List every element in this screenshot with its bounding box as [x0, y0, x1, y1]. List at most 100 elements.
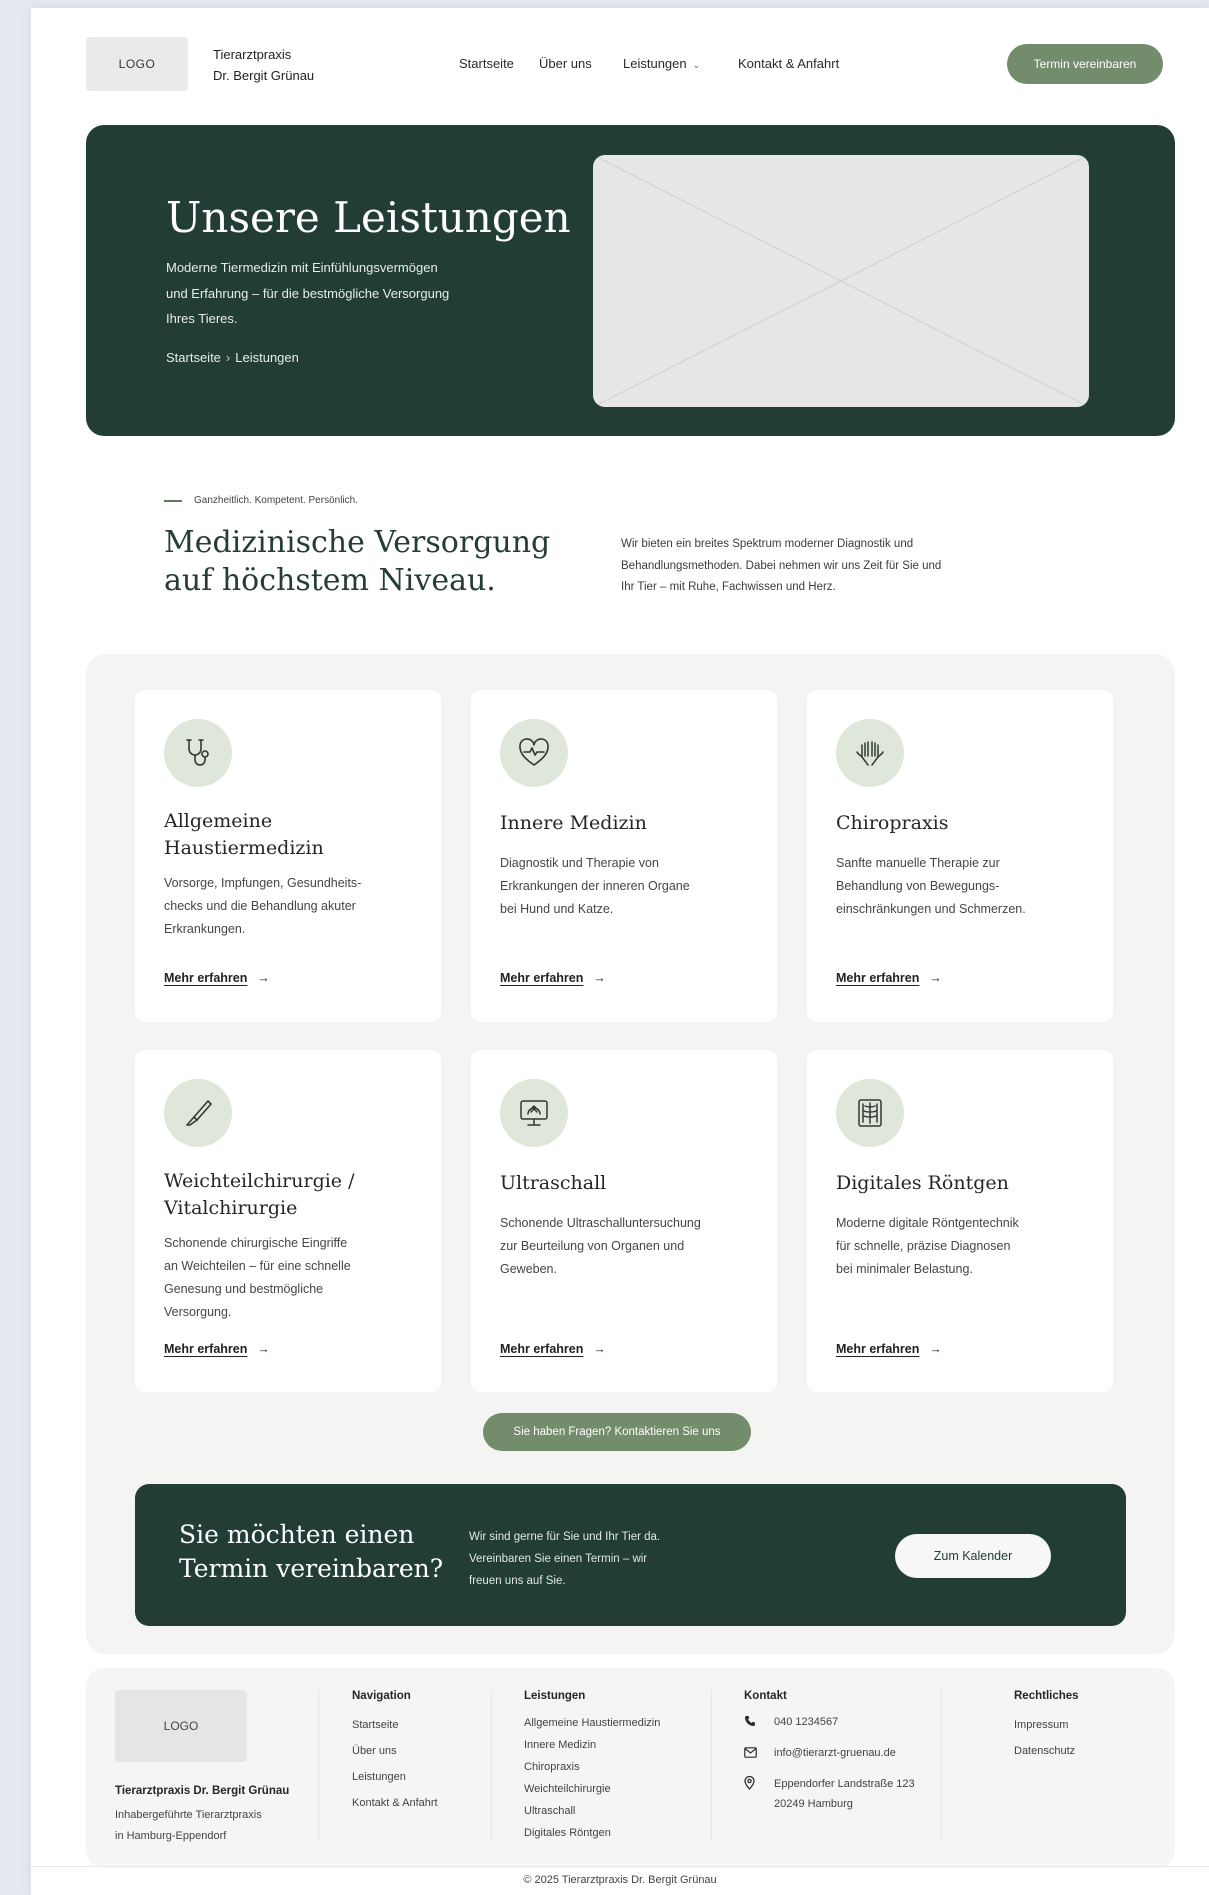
- mehr-erfahren-link[interactable]: Mehr erfahren →: [164, 1342, 270, 1356]
- mail-icon: [744, 1743, 760, 1765]
- footer-link-service[interactable]: Digitales Röntgen: [524, 1822, 660, 1844]
- header-logo[interactable]: LOGO: [86, 37, 188, 91]
- mehr-erfahren-label: Mehr erfahren: [500, 1342, 584, 1356]
- service-desc-line: Versorgung.: [164, 1305, 232, 1319]
- hero-subtitle-line: Moderne Tiermedizin mit Einfühlungsvermö…: [166, 260, 438, 275]
- breadcrumb-current: Leistungen: [235, 350, 299, 365]
- mehr-erfahren-link[interactable]: Mehr erfahren →: [836, 1342, 942, 1356]
- service-title: Weichteilchirurgie / Vitalchirurgie: [164, 1168, 424, 1222]
- service-card-allgemeine-haustiermedizin[interactable]: Allgemeine Haustiermedizin Vorsorge, Imp…: [135, 690, 441, 1022]
- intro-title-line: auf höchstem Niveau.: [164, 563, 496, 598]
- service-desc-line: bei minimaler Belastung.: [836, 1262, 973, 1276]
- breadcrumb: Startseite › Leistungen: [166, 350, 299, 365]
- service-title-line: Weichteilchirurgie /: [164, 1170, 355, 1192]
- page-title: Unsere Leistungen: [166, 193, 571, 242]
- footer-heading: Leistungen: [524, 1690, 586, 1702]
- service-card-weichteilchirurgie[interactable]: Weichteilchirurgie / Vitalchirurgie Scho…: [135, 1050, 441, 1392]
- footer-address-line: Eppendorfer Landstraße 123: [774, 1778, 915, 1790]
- arrow-right-icon: →: [929, 971, 942, 985]
- service-card-chiropraxis[interactable]: Chiropraxis Sanfte manuelle Therapie zur…: [807, 690, 1113, 1022]
- stethoscope-icon: [164, 719, 232, 787]
- mehr-erfahren-link[interactable]: Mehr erfahren →: [164, 971, 270, 985]
- footer-heading: Rechtliches: [1014, 1690, 1079, 1702]
- hands-icon: [836, 719, 904, 787]
- arrow-right-icon: →: [257, 971, 270, 985]
- footer-services: Leistungen Allgemeine Haustiermedizin In…: [524, 1690, 660, 1844]
- footer-link-ueber-uns[interactable]: Über uns: [352, 1738, 438, 1764]
- service-desc-line: Vorsorge, Impfungen, Gesundheits-: [164, 876, 362, 890]
- footer-link-service[interactable]: Allgemeine Haustiermedizin: [524, 1712, 660, 1734]
- footer-link-service[interactable]: Ultraschall: [524, 1800, 660, 1822]
- brand-name[interactable]: Tierarztpraxis Dr. Bergit Grünau: [213, 44, 314, 86]
- intro-eyebrow: Ganzheitlich. Kompetent. Persönlich.: [164, 495, 358, 506]
- service-card-digitales-roentgen[interactable]: Digitales Röntgen Moderne digitale Röntg…: [807, 1050, 1113, 1392]
- termin-vereinbaren-button[interactable]: Termin vereinbaren: [1007, 44, 1163, 84]
- service-desc-line: Schonende chirurgische Eingriffe: [164, 1236, 348, 1250]
- footer-link-datenschutz[interactable]: Datenschutz: [1014, 1738, 1079, 1764]
- footer-divider: [318, 1690, 319, 1840]
- arrow-right-icon: →: [257, 1342, 270, 1356]
- arrow-right-icon: →: [593, 1342, 606, 1356]
- service-desc-line: Diagnostik und Therapie von: [500, 856, 659, 870]
- intro-text-line: Behandlungsmethoden. Dabei nehmen wir un…: [621, 559, 942, 572]
- nav-startseite[interactable]: Startseite: [459, 56, 514, 71]
- mehr-erfahren-link[interactable]: Mehr erfahren →: [836, 971, 942, 985]
- mehr-erfahren-link[interactable]: Mehr erfahren →: [500, 1342, 606, 1356]
- footer-email[interactable]: info@tierarzt-gruenau.de: [744, 1743, 915, 1765]
- location-pin-icon: [744, 1774, 760, 1797]
- service-card-innere-medizin[interactable]: Innere Medizin Diagnostik und Therapie v…: [471, 690, 777, 1022]
- footer-divider: [491, 1690, 492, 1840]
- service-description: Moderne digitale Röntgentechnik für schn…: [836, 1212, 1076, 1281]
- footer-legal: Rechtliches Impressum Datenschutz: [1014, 1690, 1079, 1764]
- footer-heading: Navigation: [352, 1690, 411, 1702]
- footer-bottom-rule: [31, 1866, 1209, 1867]
- breadcrumb-startseite[interactable]: Startseite: [166, 350, 221, 365]
- brand-line-1: Tierarztpraxis: [213, 47, 292, 62]
- footer-tagline-line: in Hamburg-Eppendorf: [115, 1830, 227, 1842]
- intro-title: Medizinische Versorgung auf höchstem Niv…: [164, 524, 550, 600]
- service-title-line: Ultraschall: [500, 1172, 607, 1194]
- site-header: LOGO Tierarztpraxis Dr. Bergit Grünau St…: [31, 8, 1209, 118]
- footer-heading: Kontakt: [744, 1690, 787, 1702]
- nav-kontakt-anfahrt[interactable]: Kontakt & Anfahrt: [738, 56, 839, 71]
- heart-pulse-icon: [500, 719, 568, 787]
- footer-logo[interactable]: LOGO: [115, 1690, 247, 1762]
- footer-link-service[interactable]: Chiropraxis: [524, 1756, 660, 1778]
- arrow-right-icon: →: [929, 1342, 942, 1356]
- footer-email-text: info@tierarzt-gruenau.de: [774, 1747, 896, 1759]
- footer-phone[interactable]: 040 1234567: [744, 1712, 915, 1734]
- service-description: Vorsorge, Impfungen, Gesundheits- checks…: [164, 872, 404, 941]
- service-desc-line: an Weichteilen – für eine schnelle: [164, 1259, 351, 1273]
- service-title-line: Allgemeine: [164, 810, 273, 832]
- phone-icon: [744, 1712, 760, 1734]
- service-card-ultraschall[interactable]: Ultraschall Schonende Ultraschalluntersu…: [471, 1050, 777, 1392]
- service-desc-line: für schnelle, präzise Diagnosen: [836, 1239, 1011, 1253]
- footer-tagline: Inhabergeführte Tierarztpraxis in Hambur…: [115, 1805, 305, 1847]
- service-desc-line: Behandlung von Bewegungs-: [836, 879, 1000, 893]
- mehr-erfahren-label: Mehr erfahren: [164, 971, 248, 985]
- banner-text: Wir sind gerne für Sie und Ihr Tier da. …: [469, 1526, 689, 1592]
- contact-us-button[interactable]: Sie haben Fragen? Kontaktieren Sie uns: [483, 1413, 751, 1451]
- footer-link-service[interactable]: Innere Medizin: [524, 1734, 660, 1756]
- footer-link-service[interactable]: Weichteilchirurgie: [524, 1778, 660, 1800]
- hero-subtitle-line: und Erfahrung – für die bestmögliche Ver…: [166, 285, 450, 301]
- footer-divider: [941, 1690, 942, 1840]
- service-title: Chiropraxis: [836, 810, 1096, 837]
- service-desc-line: checks und die Behandlung akuter: [164, 899, 356, 913]
- service-description: Diagnostik und Therapie von Erkrankungen…: [500, 852, 740, 921]
- footer-link-leistungen[interactable]: Leistungen: [352, 1764, 438, 1790]
- footer-link-kontakt[interactable]: Kontakt & Anfahrt: [352, 1790, 438, 1816]
- hero-subtitle-line: Ihres Tieres.: [166, 311, 238, 326]
- zum-kalender-button[interactable]: Zum Kalender: [895, 1534, 1051, 1578]
- footer-legal-list: Impressum Datenschutz: [1014, 1712, 1079, 1764]
- nav-leistungen[interactable]: Leistungen ⌄: [623, 56, 700, 71]
- mehr-erfahren-link[interactable]: Mehr erfahren →: [500, 971, 606, 985]
- footer-link-startseite[interactable]: Startseite: [352, 1712, 438, 1738]
- nav-leistungen-label: Leistungen: [623, 56, 687, 71]
- ultrasound-monitor-icon: [500, 1079, 568, 1147]
- service-desc-line: Schonende Ultraschalluntersuchung: [500, 1216, 701, 1230]
- mehr-erfahren-label: Mehr erfahren: [836, 1342, 920, 1356]
- intro-text-line: Ihr Tier – mit Ruhe, Fachwissen und Herz…: [621, 581, 836, 593]
- nav-ueber-uns[interactable]: Über uns: [539, 56, 592, 71]
- footer-link-impressum[interactable]: Impressum: [1014, 1712, 1079, 1738]
